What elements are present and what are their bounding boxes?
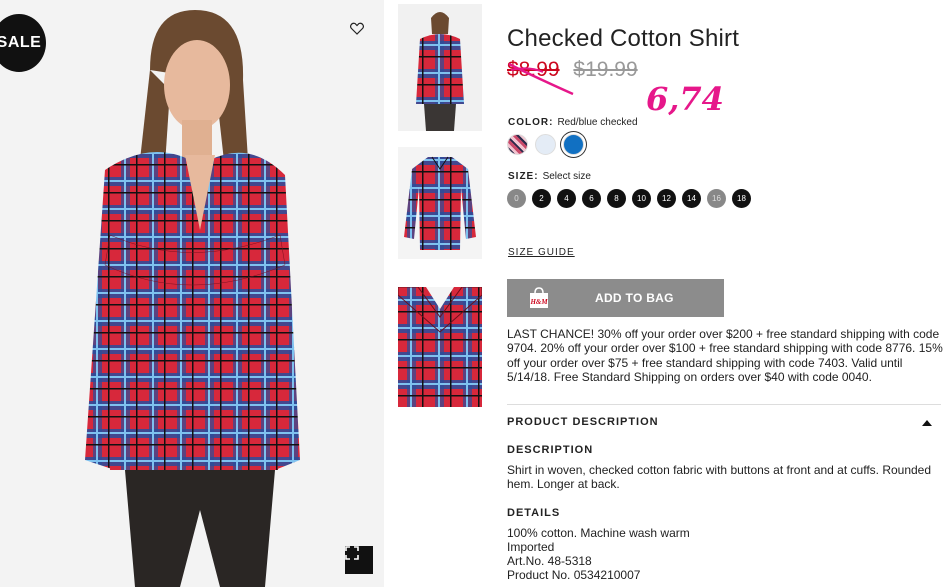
product-title: Checked Cotton Shirt xyxy=(507,25,740,52)
size-option-14[interactable]: 14 xyxy=(682,189,701,208)
main-product-image[interactable]: SALE xyxy=(0,0,384,587)
favorite-button[interactable] xyxy=(350,22,368,40)
size-option-4[interactable]: 4 xyxy=(557,189,576,208)
details-line: Imported xyxy=(507,540,555,554)
size-value: Select size xyxy=(542,171,591,182)
size-option-6[interactable]: 6 xyxy=(582,189,601,208)
divider xyxy=(507,404,941,405)
details-line: Art.No. 48-5318 xyxy=(507,554,592,568)
original-price: $19.99 xyxy=(573,58,638,81)
size-option-10[interactable]: 10 xyxy=(632,189,651,208)
promo-text: LAST CHANCE! 30% off your order over $20… xyxy=(507,327,943,385)
thumbnail-flat[interactable] xyxy=(398,147,482,259)
details-line: Product No. 0534210007 xyxy=(507,568,641,582)
add-to-bag-button[interactable]: H&M ADD TO BAG xyxy=(507,279,724,317)
thumbnail-detail-image xyxy=(398,287,482,407)
handwritten-strike-mark xyxy=(508,62,574,96)
shopping-bag-icon: H&M xyxy=(529,287,548,308)
size-option-16[interactable]: 16 xyxy=(707,189,726,208)
size-options: 0 2 4 6 8 10 12 14 16 18 xyxy=(507,189,751,208)
bag-logo: H&M xyxy=(529,298,548,306)
swatch-red-checked[interactable] xyxy=(507,134,528,155)
size-label: SIZE: xyxy=(508,171,539,182)
heart-icon xyxy=(350,22,364,35)
fullscreen-button[interactable] xyxy=(345,546,373,574)
product-description-heading[interactable]: PRODUCT DESCRIPTION xyxy=(507,416,659,428)
description-heading: DESCRIPTION xyxy=(507,444,594,456)
size-option-0[interactable]: 0 xyxy=(507,189,526,208)
expand-icon xyxy=(345,546,359,560)
description-text: Shirt in woven, checked cotton fabric wi… xyxy=(507,463,932,491)
color-label: COLOR: xyxy=(508,117,554,128)
model-photo xyxy=(0,0,384,587)
size-option-8[interactable]: 8 xyxy=(607,189,626,208)
size-label-row: SIZE: Select size xyxy=(508,171,591,182)
size-option-18[interactable]: 18 xyxy=(732,189,751,208)
size-guide-link[interactable]: SIZE GUIDE xyxy=(508,247,575,258)
handwritten-price: 6,74 xyxy=(646,80,724,118)
thumbnail-flat-image xyxy=(398,147,482,259)
add-to-bag-label: ADD TO BAG xyxy=(595,291,674,305)
thumbnail-model[interactable] xyxy=(398,4,482,131)
swatch-blue[interactable] xyxy=(563,134,584,155)
thumbnail-detail[interactable] xyxy=(398,287,482,407)
color-value: Red/blue checked xyxy=(557,117,638,128)
size-option-12[interactable]: 12 xyxy=(657,189,676,208)
color-swatches xyxy=(507,134,584,155)
triangle-up-icon[interactable] xyxy=(922,419,932,427)
swatch-light-blue[interactable] xyxy=(535,134,556,155)
thumbnail-model-image xyxy=(398,4,482,131)
details-line: 100% cotton. Machine wash warm xyxy=(507,526,690,540)
details-heading: DETAILS xyxy=(507,507,561,519)
size-option-2[interactable]: 2 xyxy=(532,189,551,208)
color-label-row: COLOR: Red/blue checked xyxy=(508,117,638,128)
